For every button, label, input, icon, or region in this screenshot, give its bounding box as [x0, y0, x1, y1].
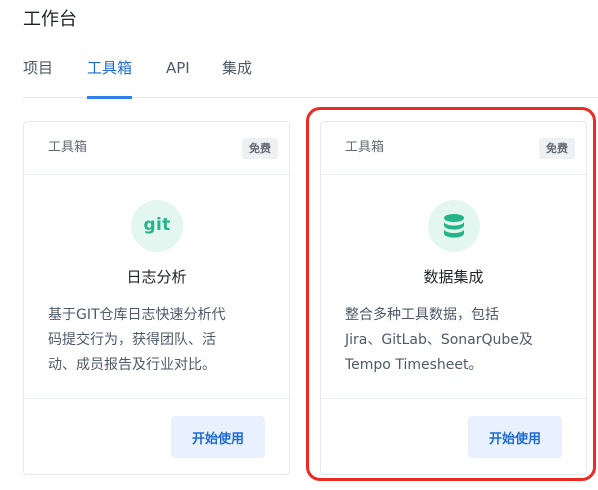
start-using-button[interactable]: 开始使用 — [171, 416, 265, 458]
card-category: 工具箱 — [48, 140, 88, 155]
tool-card-log-analysis: 工具箱 免费 git 日志分析 基于GIT仓库日志快速分析代 码提交行为，获得团… — [23, 121, 290, 475]
tab-projects[interactable]: 项目 — [23, 56, 53, 98]
page-title: 工作台 — [23, 9, 77, 30]
card-description-line: 整合多种工具数据，包括 — [345, 307, 499, 323]
git-icon: git — [131, 200, 183, 252]
tab-toolbox[interactable]: 工具箱 — [87, 56, 133, 99]
start-using-button[interactable]: 开始使用 — [468, 416, 562, 458]
card-footer: 开始使用 — [24, 398, 289, 475]
card-title: 数据集成 — [423, 268, 484, 286]
card-description: 基于GIT仓库日志快速分析代 码提交行为，获得团队、活 动、成员报告及行业对比。 — [48, 303, 269, 378]
card-description-line: 基于GIT仓库日志快速分析代 — [48, 307, 226, 323]
card-description: 整合多种工具数据，包括 Jira、GitLab、SonarQube及 Tempo… — [345, 303, 566, 378]
database-icon-graphic — [444, 214, 464, 238]
card-header: 工具箱 免费 — [321, 122, 586, 175]
free-badge: 免费 — [539, 138, 575, 159]
free-badge: 免费 — [242, 138, 278, 159]
card-description-line: Tempo Timesheet。 — [345, 357, 483, 373]
card-category: 工具箱 — [345, 140, 385, 155]
tab-integration[interactable]: 集成 — [222, 56, 252, 98]
git-icon-label: git — [143, 215, 171, 235]
card-description-line: 动、成员报告及行业对比。 — [48, 357, 216, 373]
tab-api[interactable]: API — [166, 56, 190, 98]
card-title: 日志分析 — [126, 268, 187, 286]
card-footer: 开始使用 — [321, 398, 586, 475]
card-description-line: Jira、GitLab、SonarQube及 — [345, 332, 533, 348]
card-description-line: 码提交行为，获得团队、活 — [48, 332, 216, 348]
card-header: 工具箱 免费 — [24, 122, 289, 175]
tab-bar: 项目 工具箱 API 集成 — [23, 56, 598, 99]
tool-card-data-integration: 工具箱 免费 数据集成 整合多种工具数据，包括 Jira、GitLab、Sona… — [320, 121, 587, 475]
database-icon — [428, 200, 480, 252]
